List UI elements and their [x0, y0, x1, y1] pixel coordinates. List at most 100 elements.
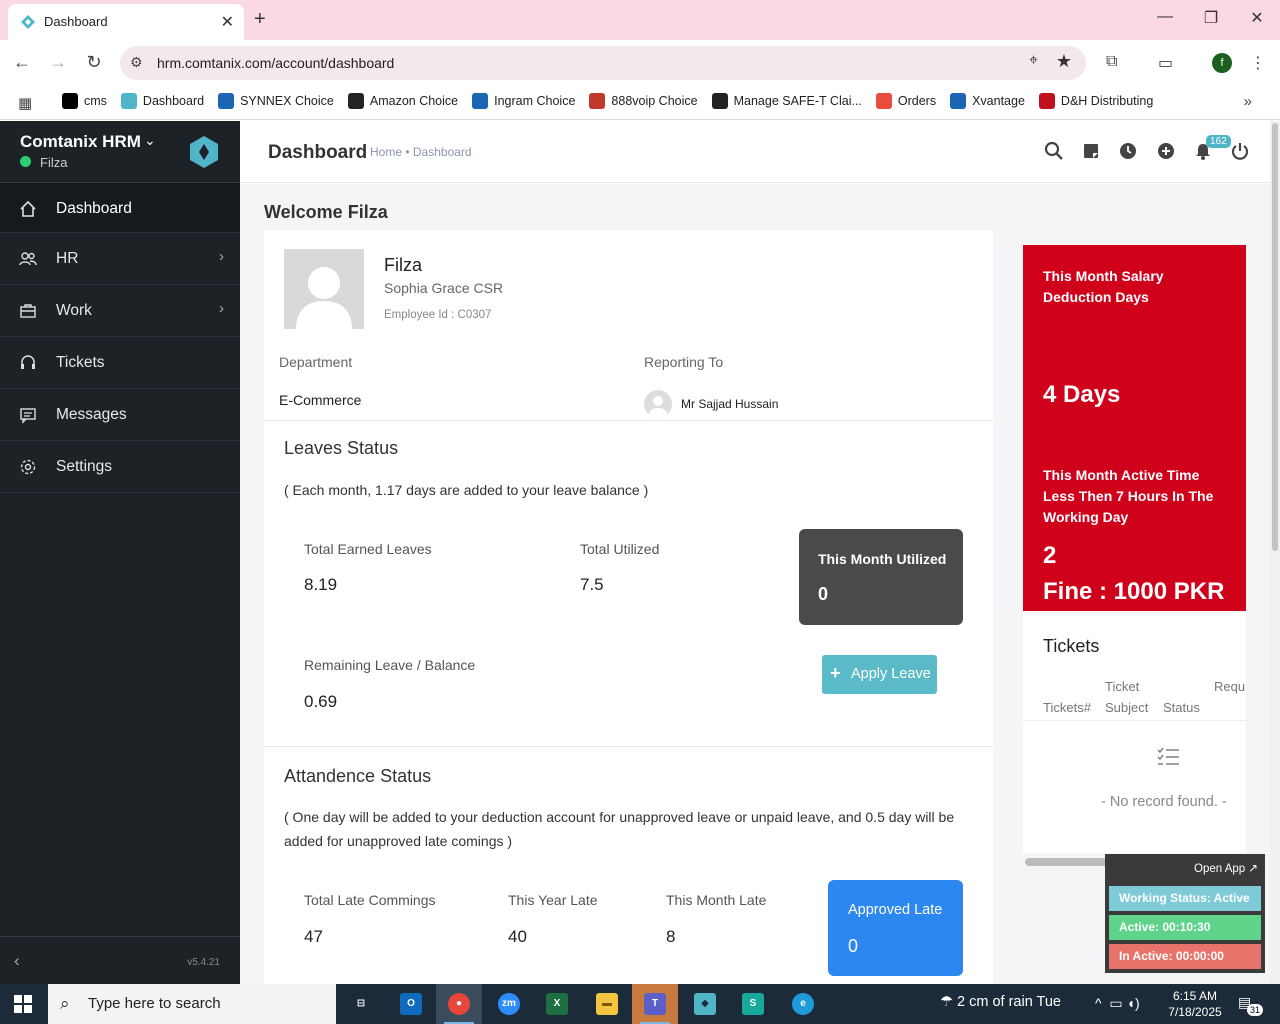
- diamond-icon: ◆: [694, 993, 716, 1015]
- minimize-icon[interactable]: —: [1150, 8, 1180, 26]
- taskbar-search[interactable]: ⌕ Type here to search: [48, 984, 336, 1024]
- bookmark-item[interactable]: Manage SAFE-T Clai...: [711, 93, 862, 109]
- home-icon: [20, 200, 36, 217]
- windows-start-icon[interactable]: [14, 995, 32, 1013]
- sidebar-item-settings[interactable]: Settings: [0, 441, 240, 493]
- bookmark-item[interactable]: Amazon Choice: [347, 93, 458, 109]
- approved-late-value: 0: [848, 936, 859, 956]
- ticket-column-subject[interactable]: Ticket Subject: [1105, 676, 1155, 718]
- hrm-app[interactable]: ◆: [682, 984, 728, 1024]
- bookmark-item[interactable]: cms: [62, 93, 107, 109]
- bookmark-item[interactable]: Xvantage: [950, 93, 1025, 109]
- bookmarks-bar: ▦ cms Dashboard SYNNEX Choice Amazon Choice…: [0, 86, 1280, 120]
- profile-avatar[interactable]: f: [1212, 53, 1232, 73]
- brand-header[interactable]: Comtanix HRM ⌄ Filza: [0, 121, 240, 183]
- chevron-down-icon[interactable]: ⌄: [144, 132, 156, 149]
- ingram-icon: [472, 93, 489, 109]
- folder-icon: ▬: [596, 993, 618, 1015]
- sidebar-item-tickets[interactable]: Tickets: [0, 337, 240, 389]
- close-window-icon[interactable]: ✕: [1242, 8, 1272, 28]
- page-scrollbar[interactable]: [1270, 121, 1280, 984]
- working-status-row: Working Status: Active: [1109, 886, 1261, 911]
- star-icon[interactable]: ★: [1056, 51, 1072, 72]
- breadcrumb[interactable]: Home • Dashboard: [370, 145, 472, 159]
- scrollbar-thumb[interactable]: [1272, 123, 1278, 551]
- sidebar-item-label: Settings: [56, 458, 113, 475]
- employee-card: Filza Sophia Grace CSR Employee Id : C03…: [264, 230, 993, 984]
- sidebar-item-hr[interactable]: HR ›: [0, 233, 240, 285]
- edge-app[interactable]: e: [780, 984, 826, 1024]
- new-tab-button[interactable]: +: [254, 8, 266, 31]
- sidebar-item-dashboard[interactable]: Dashboard: [0, 183, 240, 233]
- system-tray[interactable]: ^ ▭ ◖): [1095, 995, 1140, 1012]
- open-app-link[interactable]: Open App ↗: [1194, 861, 1258, 875]
- clock-icon[interactable]: [1118, 141, 1138, 161]
- fine-amount: Fine : 1000 PKR: [1043, 578, 1225, 605]
- collapse-sidebar-icon[interactable]: ‹: [14, 951, 20, 971]
- more-bookmarks-icon[interactable]: »: [1244, 93, 1252, 110]
- weather-widget[interactable]: ☂ 2 cm of rain Tue: [940, 994, 1061, 1010]
- bookmark-label: Manage SAFE-T Clai...: [733, 94, 862, 108]
- chevron-up-icon[interactable]: ^: [1095, 995, 1102, 1011]
- reload-icon[interactable]: ↻: [82, 52, 106, 73]
- power-icon[interactable]: [1230, 141, 1250, 161]
- sidebar-item-messages[interactable]: Messages: [0, 389, 240, 441]
- zoom-app[interactable]: zm: [486, 984, 532, 1024]
- bookmark-item[interactable]: 888voip Choice: [589, 93, 698, 109]
- ticket-column-requester[interactable]: Requ: [1214, 676, 1245, 697]
- bookmark-item[interactable]: Dashboard: [120, 93, 204, 109]
- utilized-label: Total Utilized: [580, 541, 660, 557]
- bookmark-label: cms: [84, 94, 107, 108]
- tab-search-icon[interactable]: ▭: [1158, 53, 1173, 73]
- bookmark-item[interactable]: D&H Distributing: [1038, 93, 1153, 109]
- forward-icon[interactable]: →: [46, 52, 70, 73]
- sidebar-item-label: Dashboard: [56, 200, 132, 217]
- sidebar-item-label: Work: [56, 302, 92, 319]
- file-explorer-app[interactable]: ▬: [584, 984, 630, 1024]
- excel-app[interactable]: X: [534, 984, 580, 1024]
- location-icon[interactable]: ⌖: [1029, 52, 1038, 70]
- url-text[interactable]: hrm.comtanix.com/account/dashboard: [157, 55, 394, 71]
- extensions-icon[interactable]: ⧉: [1106, 53, 1117, 71]
- department-value: E-Commerce: [279, 392, 362, 408]
- bookmark-item[interactable]: Ingram Choice: [472, 93, 575, 109]
- volume-icon[interactable]: ◖): [1126, 995, 1139, 1011]
- bookmark-item[interactable]: Orders: [875, 93, 936, 109]
- bookmark-label: 888voip Choice: [611, 94, 698, 108]
- outlook-app[interactable]: O: [388, 984, 434, 1024]
- bookmark-item[interactable]: SYNNEX Choice: [218, 93, 334, 109]
- search-icon[interactable]: [1044, 141, 1064, 161]
- back-icon[interactable]: ←: [10, 52, 34, 73]
- employee-name: Filza: [384, 255, 423, 275]
- action-center-button[interactable]: ▤ 31: [1238, 994, 1264, 1016]
- notes-icon[interactable]: [1081, 141, 1101, 161]
- chrome-icon: ●: [448, 993, 470, 1015]
- add-circle-icon[interactable]: [1156, 141, 1176, 161]
- weather-text: 2 cm of rain Tue: [957, 994, 1061, 1010]
- late-commings-value: 47: [304, 927, 323, 946]
- apply-leave-button[interactable]: + Apply Leave: [822, 655, 937, 694]
- address-bar[interactable]: ⚙ hrm.comtanix.com/account/dashboard ⌖ ★: [120, 46, 1086, 80]
- app-version: v5.4.21: [187, 957, 220, 968]
- network-icon[interactable]: ▭: [1109, 995, 1122, 1011]
- sidebar-item-work[interactable]: Work ›: [0, 285, 240, 337]
- diamond-icon: [21, 15, 35, 29]
- ticket-column-number[interactable]: Tickets#: [1043, 697, 1091, 718]
- s-app[interactable]: S: [730, 984, 776, 1024]
- ticket-column-status[interactable]: Status: [1163, 697, 1200, 718]
- apps-grid-icon[interactable]: ▦: [18, 94, 32, 112]
- restore-icon[interactable]: ❐: [1196, 8, 1226, 28]
- menu-icon[interactable]: ⋮: [1250, 53, 1266, 73]
- task-view-button[interactable]: ⊟: [338, 984, 384, 1024]
- section-divider: [264, 746, 993, 747]
- bookmark-label: Ingram Choice: [494, 94, 576, 108]
- department-label: Department: [279, 354, 353, 370]
- teams-app[interactable]: T: [632, 984, 678, 1024]
- site-settings-icon[interactable]: ⚙: [130, 54, 143, 71]
- bookmark-label: SYNNEX Choice: [240, 94, 334, 108]
- system-clock[interactable]: 6:15 AM 7/18/2025: [1160, 988, 1230, 1020]
- task-view-icon: ⊟: [356, 998, 366, 1009]
- close-tab-icon[interactable]: ✕: [221, 12, 234, 32]
- chrome-app[interactable]: ●: [436, 984, 482, 1024]
- browser-tab[interactable]: Dashboard ✕: [8, 4, 244, 40]
